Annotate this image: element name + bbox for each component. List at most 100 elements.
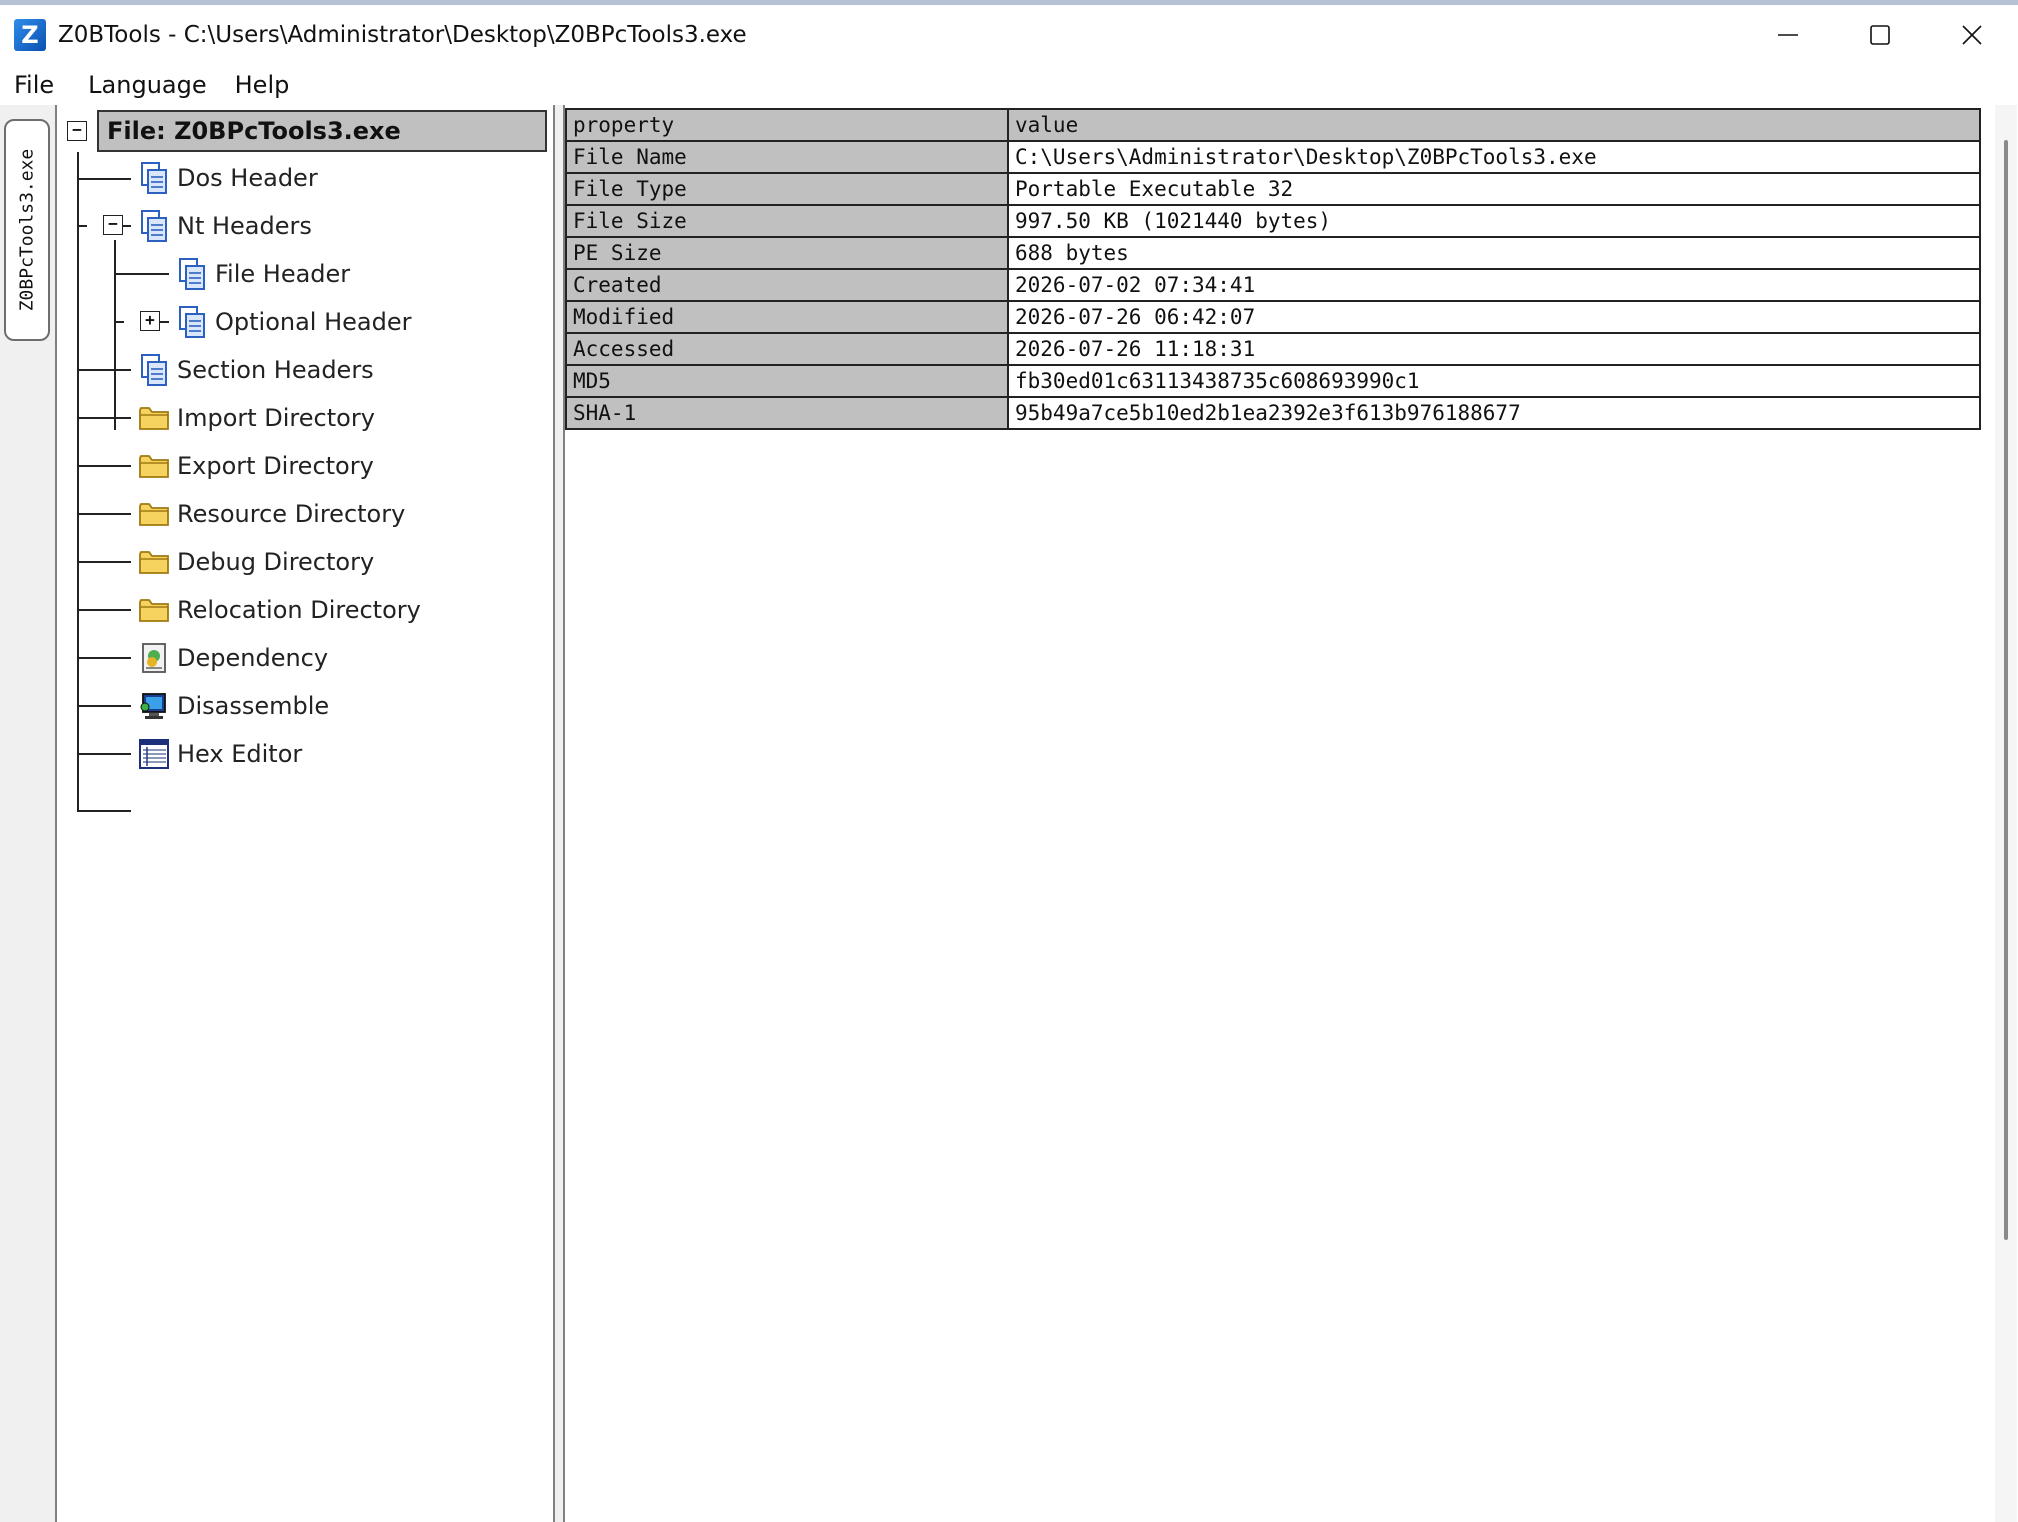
- tree-item-disassemble[interactable]: Disassemble: [137, 684, 329, 728]
- document-icon: [175, 257, 209, 291]
- table-header-row: property value: [565, 108, 1981, 142]
- maximize-icon: [1870, 25, 1890, 45]
- tree-item-label: Hex Editor: [177, 740, 303, 768]
- folder-icon: [137, 401, 171, 435]
- folder-icon: [137, 545, 171, 579]
- table-row[interactable]: Accessed 2026-07-26 11:18:31: [565, 332, 1981, 366]
- tree-item-dos-header[interactable]: Dos Header: [137, 156, 318, 200]
- window-controls: [1742, 5, 2018, 65]
- expand-optional-header-toggle[interactable]: +: [140, 311, 160, 331]
- minimize-icon: [1778, 34, 1798, 36]
- tree-line: [77, 465, 131, 467]
- tree-line: [77, 705, 131, 707]
- folder-icon: [137, 593, 171, 627]
- document-icon: [137, 161, 171, 195]
- tree-item-hex-editor[interactable]: Hex Editor: [137, 732, 302, 776]
- tree-item-import-directory[interactable]: Import Directory: [137, 396, 375, 440]
- collapse-root-toggle[interactable]: −: [67, 121, 87, 141]
- value-cell[interactable]: 2026-07-02 07:34:41: [1007, 268, 1981, 302]
- close-icon: [1962, 25, 1982, 45]
- tree-item-label: Optional Header: [215, 308, 412, 336]
- minimize-button[interactable]: [1742, 5, 1834, 65]
- tree-item-section-headers[interactable]: Section Headers: [137, 348, 374, 392]
- menu-language[interactable]: Language: [68, 71, 220, 99]
- document-icon: [137, 209, 171, 243]
- tree-root[interactable]: File: Z0BPcTools3.exe: [97, 110, 547, 152]
- pane-splitter[interactable]: [555, 105, 563, 1522]
- tree-item-label: Disassemble: [177, 692, 330, 720]
- table-row[interactable]: Modified 2026-07-26 06:42:07: [565, 300, 1981, 334]
- tree-line: [77, 369, 131, 371]
- tree-line: [77, 417, 131, 419]
- folder-icon: [137, 449, 171, 483]
- tree-pane[interactable]: − File: Z0BPcTools3.exe − + Dos Header N…: [55, 105, 555, 1522]
- tree-line: [77, 178, 131, 180]
- menu-help[interactable]: Help: [221, 71, 304, 99]
- property-cell: File Name: [565, 140, 1009, 174]
- property-cell: File Type: [565, 172, 1009, 206]
- property-cell: SHA-1: [565, 396, 1009, 430]
- tree-item-label: Import Directory: [177, 404, 375, 432]
- value-cell[interactable]: 997.50 KB (1021440 bytes): [1007, 204, 1981, 238]
- value-cell[interactable]: Portable Executable 32: [1007, 172, 1981, 206]
- tree-item-label: File Header: [215, 260, 351, 288]
- table-row[interactable]: File Type Portable Executable 32: [565, 172, 1981, 206]
- column-header-property[interactable]: property: [565, 108, 1009, 142]
- table-row[interactable]: File Size 997.50 KB (1021440 bytes): [565, 204, 1981, 238]
- tree-item-label: Debug Directory: [177, 548, 375, 576]
- property-cell: Accessed: [565, 332, 1009, 366]
- tree-item-nt-headers[interactable]: Nt Headers: [137, 204, 312, 248]
- table-row[interactable]: PE Size 688 bytes: [565, 236, 1981, 270]
- property-cell: Created: [565, 268, 1009, 302]
- tree-item-export-directory[interactable]: Export Directory: [137, 444, 374, 488]
- table-row[interactable]: SHA-1 95b49a7ce5b10ed2b1ea2392e3f613b976…: [565, 396, 1981, 430]
- file-tab-strip: Z0BPcTools3.exe: [0, 105, 55, 1522]
- tree-item-dependency[interactable]: Dependency: [137, 636, 328, 680]
- tree-item-optional-header[interactable]: Optional Header: [175, 300, 412, 344]
- dependency-icon: [137, 641, 171, 675]
- table-row[interactable]: File Name C:\Users\Administrator\Desktop…: [565, 140, 1981, 174]
- title-bar[interactable]: Z Z0BTools - C:\Users\Administrator\Desk…: [0, 5, 2018, 65]
- tree-item-debug-directory[interactable]: Debug Directory: [137, 540, 374, 584]
- collapse-nt-headers-toggle[interactable]: −: [103, 215, 123, 235]
- tree-item-resource-directory[interactable]: Resource Directory: [137, 492, 405, 536]
- file-tab-label: Z0BPcTools3.exe: [16, 148, 38, 312]
- value-cell[interactable]: 95b49a7ce5b10ed2b1ea2392e3f613b976188677: [1007, 396, 1981, 430]
- tree-line: [77, 225, 87, 227]
- property-cell: File Size: [565, 204, 1009, 238]
- file-tab[interactable]: Z0BPcTools3.exe: [4, 119, 50, 341]
- window-title: Z0BTools - C:\Users\Administrator\Deskto…: [58, 22, 747, 48]
- menu-file[interactable]: File: [0, 71, 68, 99]
- tree-line: [114, 273, 169, 275]
- scrollbar-thumb[interactable]: [2004, 140, 2008, 1240]
- table-row[interactable]: MD5 fb30ed01c63113438735c608693990c1: [565, 364, 1981, 398]
- tree-item-label: Relocation Directory: [177, 596, 421, 624]
- tree-line: [77, 609, 131, 611]
- property-grid-pane: property value File Name C:\Users\Admini…: [563, 105, 2018, 1522]
- app-logo-icon: Z: [14, 19, 46, 51]
- tree-line: [77, 561, 131, 563]
- value-cell[interactable]: 688 bytes: [1007, 236, 1981, 270]
- value-cell[interactable]: 2026-07-26 06:42:07: [1007, 300, 1981, 334]
- tree-line: [114, 240, 116, 430]
- value-cell[interactable]: fb30ed01c63113438735c608693990c1: [1007, 364, 1981, 398]
- table-row[interactable]: Created 2026-07-02 07:34:41: [565, 268, 1981, 302]
- tree-item-relocation-directory[interactable]: Relocation Directory: [137, 588, 421, 632]
- vertical-scrollbar[interactable]: [1995, 105, 2017, 1522]
- tree-item-label: Section Headers: [177, 356, 374, 384]
- close-button[interactable]: [1926, 5, 2018, 65]
- tree-line: [77, 810, 131, 812]
- property-table: property value File Name C:\Users\Admini…: [565, 108, 1981, 430]
- folder-icon: [137, 497, 171, 531]
- value-cell[interactable]: C:\Users\Administrator\Desktop\Z0BPcTool…: [1007, 140, 1981, 174]
- tree-item-label: Resource Directory: [177, 500, 406, 528]
- disassemble-icon: [137, 689, 171, 723]
- value-cell[interactable]: 2026-07-26 11:18:31: [1007, 332, 1981, 366]
- column-header-value[interactable]: value: [1007, 108, 1981, 142]
- tree-line: [77, 513, 131, 515]
- tree-line: [114, 321, 124, 323]
- document-icon: [137, 353, 171, 387]
- maximize-button[interactable]: [1834, 5, 1926, 65]
- tree-item-file-header[interactable]: File Header: [175, 252, 350, 296]
- tree-item-label: Export Directory: [177, 452, 374, 480]
